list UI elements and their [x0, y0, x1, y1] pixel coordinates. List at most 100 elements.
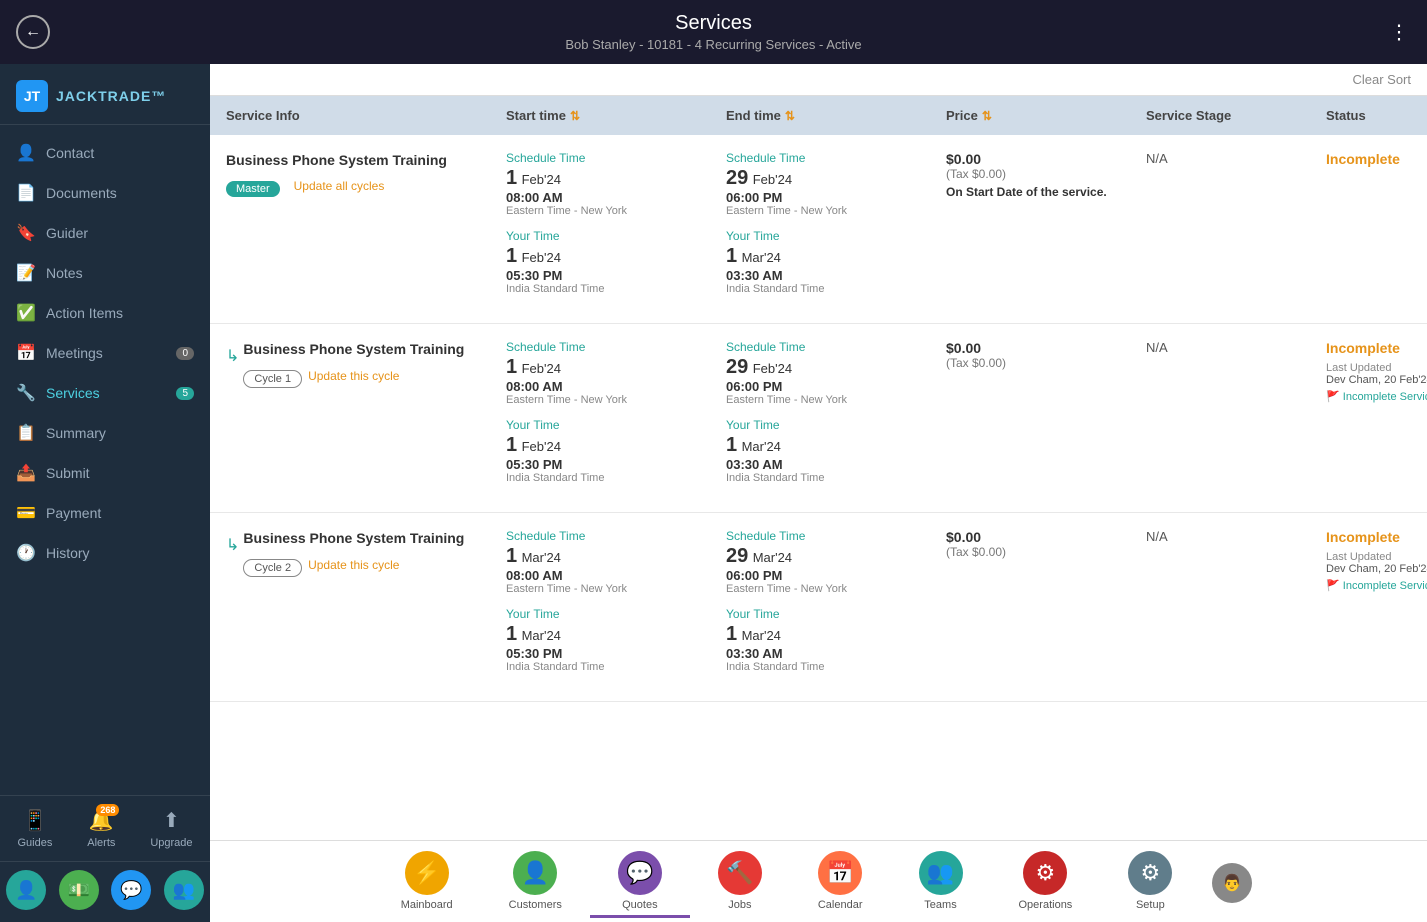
flag-icon-3: 🚩 — [1326, 580, 1340, 592]
sidebar-item-notes[interactable]: 📝 Notes — [0, 253, 210, 293]
start-time-val-1: 08:00 AM — [506, 190, 726, 205]
start-your-time-2: 05:30 PM — [506, 457, 726, 472]
sidebar-label-contact: Contact — [46, 145, 94, 161]
sort-end-icon: ⇅ — [785, 109, 795, 123]
teams-icon: 👥 — [919, 851, 963, 895]
sort-start-icon: ⇅ — [570, 109, 580, 123]
mainboard-label: Mainboard — [401, 899, 453, 911]
back-button[interactable]: ← — [16, 15, 50, 49]
flag-icon-2: 🚩 — [1326, 391, 1340, 403]
start-month-year-2: Feb'24 — [522, 361, 561, 376]
sidebar-logo: JT JACKTRADE™ — [0, 64, 210, 125]
sidebar-label-payment: Payment — [46, 505, 101, 521]
more-options-button[interactable]: ⋮ — [1389, 20, 1411, 45]
start-tz-2: Eastern Time - New York — [506, 394, 726, 406]
chat-button[interactable]: 💬 — [111, 870, 151, 910]
th-end-time[interactable]: End time ⇅ — [726, 108, 946, 123]
sidebar-item-contact[interactable]: 👤 Contact — [0, 133, 210, 173]
sidebar-label-notes: Notes — [46, 265, 83, 281]
end-your-time-3: 03:30 AM — [726, 646, 946, 661]
end-time-val-1: 06:00 PM — [726, 190, 946, 205]
sort-price-icon: ⇅ — [982, 109, 992, 123]
summary-icon: 📋 — [16, 423, 36, 443]
notes-icon: 📝 — [16, 263, 36, 283]
update-cycle2-link[interactable]: Update this cycle — [308, 558, 399, 572]
start-your-label-3: Your Time — [506, 607, 726, 621]
th-price[interactable]: Price ⇅ — [946, 108, 1146, 123]
top-header: ← Services Bob Stanley - 10181 - 4 Recur… — [0, 0, 1427, 64]
payment-icon: 💳 — [16, 503, 36, 523]
sidebar-item-history[interactable]: 🕐 History — [0, 533, 210, 573]
sidebar: JT JACKTRADE™ 👤 Contact 📄 Documents 🔖 Gu… — [0, 64, 210, 922]
status-2: Incomplete Last Updated Dev Cham, 20 Feb… — [1326, 340, 1427, 496]
nav-item-teams[interactable]: 👥 Teams — [891, 847, 991, 918]
start-your-time-1: 05:30 PM — [506, 268, 726, 283]
sidebar-item-meetings[interactable]: 📅 Meetings 0 — [0, 333, 210, 373]
sidebar-label-submit: Submit — [46, 465, 90, 481]
sidebar-item-services[interactable]: 🔧 Services 5 — [0, 373, 210, 413]
quotes-icon: 💬 — [618, 851, 662, 895]
end-day-3: 29 — [726, 545, 748, 567]
nav-item-quotes[interactable]: 💬 Quotes — [590, 847, 690, 918]
alerts-button[interactable]: 🔔 268 Alerts — [87, 808, 115, 849]
status-label-2: Incomplete — [1326, 340, 1400, 356]
start-your-day-1: 1 — [506, 245, 517, 267]
incomplete-service-link-2[interactable]: 🚩 Incomplete Service — [1326, 390, 1427, 403]
service-name-1: Business Phone System Training — [226, 151, 506, 169]
service-info-1: Business Phone System Training Master Up… — [226, 151, 506, 307]
th-start-time[interactable]: Start time ⇅ — [506, 108, 726, 123]
upgrade-button[interactable]: ⬆ Upgrade — [150, 808, 192, 849]
billing-button[interactable]: 💵 — [59, 870, 99, 910]
sidebar-item-guider[interactable]: 🔖 Guider — [0, 213, 210, 253]
logo-text: JACKTRADE™ — [56, 88, 166, 104]
nav-item-operations[interactable]: ⚙ Operations — [991, 847, 1101, 918]
upgrade-label: Upgrade — [150, 837, 192, 849]
sidebar-item-summary[interactable]: 📋 Summary — [0, 413, 210, 453]
update-all-cycles-link[interactable]: Update all cycles — [294, 179, 385, 193]
sidebar-item-action-items[interactable]: ✅ Action Items — [0, 293, 210, 333]
nav-item-mainboard[interactable]: ⚡ Mainboard — [373, 847, 481, 918]
guides-button[interactable]: 📱 Guides — [17, 808, 52, 849]
user-avatar[interactable]: 👨 — [1212, 863, 1252, 903]
end-your-tz-2: India Standard Time — [726, 472, 946, 484]
end-tz-2: Eastern Time - New York — [726, 394, 946, 406]
customers-label: Customers — [509, 899, 562, 911]
last-updated-label-3: Last Updated — [1326, 551, 1427, 563]
start-your-tz-2: India Standard Time — [506, 472, 726, 484]
quotes-label: Quotes — [622, 899, 657, 911]
setup-label: Setup — [1136, 899, 1165, 911]
start-schedule-label-2: Schedule Time — [506, 340, 726, 354]
page-title: Services — [20, 12, 1407, 35]
user-profile-button[interactable]: 👤 — [6, 870, 46, 910]
price-tax-2: (Tax $0.00) — [946, 356, 1146, 370]
service-info-2: ↳ Business Phone System Training Cycle 1… — [226, 340, 506, 496]
services-icon: 🔧 — [16, 383, 36, 403]
content-area: Clear Sort Service Info Start time ⇅ End… — [210, 64, 1427, 922]
end-your-month-3: Mar'24 — [742, 628, 781, 643]
nav-item-setup[interactable]: ⚙ Setup — [1100, 847, 1200, 918]
sidebar-item-submit[interactable]: 📤 Submit — [0, 453, 210, 493]
incomplete-service-link-3[interactable]: 🚩 Incomplete Service — [1326, 579, 1427, 592]
end-your-day-2: 1 — [726, 434, 737, 456]
services-badge: 5 — [176, 387, 194, 400]
start-month-year-1: Feb'24 — [522, 172, 561, 187]
price-2: $0.00 (Tax $0.00) — [946, 340, 1146, 496]
jobs-icon: 🔨 — [718, 851, 762, 895]
nav-item-calendar[interactable]: 📅 Calendar — [790, 847, 891, 918]
team-button[interactable]: 👥 — [164, 870, 204, 910]
sidebar-item-payment[interactable]: 💳 Payment — [0, 493, 210, 533]
contact-icon: 👤 — [16, 143, 36, 163]
start-schedule-label-1: Schedule Time — [506, 151, 726, 165]
bottom-nav: ⚡ Mainboard 👤 Customers 💬 Quotes 🔨 Jobs … — [210, 840, 1427, 922]
sidebar-label-summary: Summary — [46, 425, 106, 441]
sidebar-item-documents[interactable]: 📄 Documents — [0, 173, 210, 213]
clear-sort-button[interactable]: Clear Sort — [1352, 72, 1411, 87]
nav-item-jobs[interactable]: 🔨 Jobs — [690, 847, 790, 918]
sidebar-label-meetings: Meetings — [46, 345, 103, 361]
start-tz-1: Eastern Time - New York — [506, 205, 726, 217]
th-service-stage: Service Stage — [1146, 108, 1326, 123]
update-cycle1-link[interactable]: Update this cycle — [308, 369, 399, 383]
nav-item-customers[interactable]: 👤 Customers — [481, 847, 590, 918]
sidebar-label-action-items: Action Items — [46, 305, 123, 321]
status-label-3: Incomplete — [1326, 529, 1400, 545]
